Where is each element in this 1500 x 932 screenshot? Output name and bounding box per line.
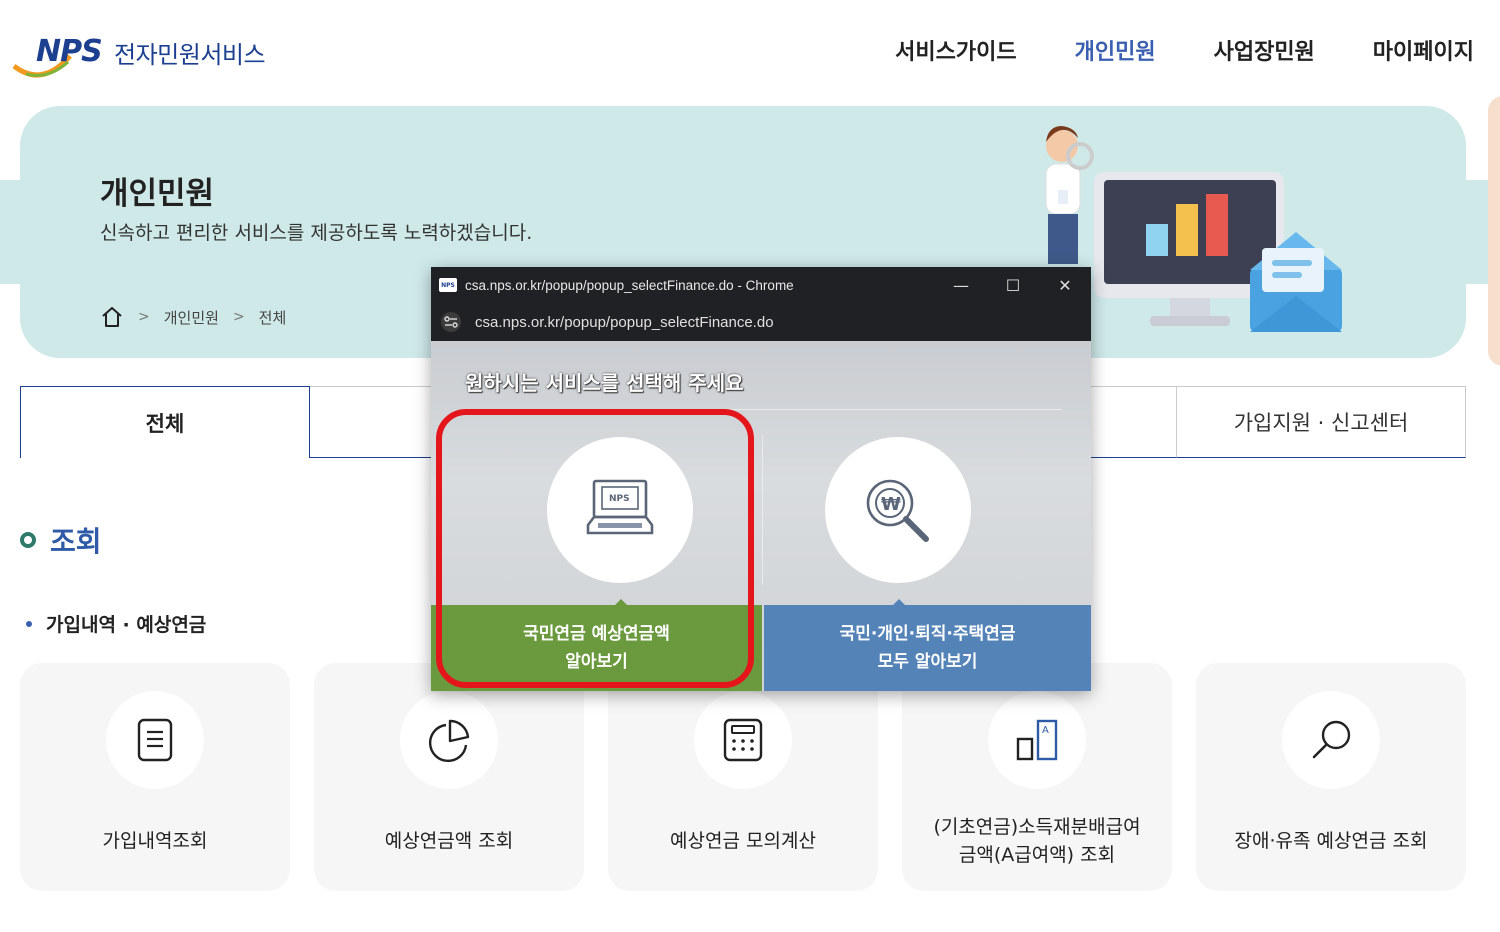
logo-text: NPS <box>36 34 103 69</box>
card-icon-circle: A <box>988 691 1086 789</box>
page-subtitle: 신속하고 편리한 서비스를 제공하도록 노력하겠습니다. <box>100 222 533 244</box>
card-enrollment-history[interactable]: 가입내역조회 <box>20 663 290 891</box>
nav-business[interactable]: 사업장민원 <box>1214 34 1315 66</box>
main-nav: 서비스가이드 개인민원 사업장민원 마이페이지 <box>895 34 1474 66</box>
page-title: 개인민원 <box>100 176 215 212</box>
minimize-icon[interactable]: — <box>935 267 987 303</box>
popup-address-bar: csa.nps.or.kr/popup/popup_selectFinance.… <box>431 303 1091 341</box>
card-icon-circle <box>1282 691 1380 789</box>
dot-bullet-icon <box>26 620 32 627</box>
nav-service-guide[interactable]: 서비스가이드 <box>895 34 1016 66</box>
tab-join-support[interactable]: 가입지원 · 신고센터 <box>1176 386 1466 458</box>
popup-heading: 원하시는 서비스를 선택해 주세요 <box>465 371 744 395</box>
popup-window-title: csa.nps.or.kr/popup/popup_selectFinance.… <box>465 277 794 293</box>
breadcrumb: > 개인민원 > 전체 <box>100 306 286 328</box>
magnifier-icon <box>1312 720 1351 759</box>
won-magnifier-icon: ₩ <box>866 479 929 542</box>
popup-option-divider <box>762 435 763 585</box>
popup-url[interactable]: csa.nps.or.kr/popup/popup_selectFinance.… <box>475 314 774 331</box>
pie-chart-icon <box>428 719 470 763</box>
close-icon[interactable]: ✕ <box>1039 267 1091 303</box>
chevron-right-icon: > <box>232 309 245 325</box>
section-title: 조회 <box>20 520 102 560</box>
card-icon-circle <box>694 691 792 789</box>
page: NPS 전자민원서비스 서비스가이드 개인민원 사업장민원 마이페이지 개인민원… <box>0 0 1500 932</box>
card-pension-simulation[interactable]: 예상연금 모의계산 <box>608 663 878 891</box>
banner-decoration-peach <box>1488 96 1500 366</box>
svg-text:A: A <box>1042 725 1049 736</box>
chevron-right-icon: > <box>138 309 150 325</box>
breadcrumb-item[interactable]: 전체 <box>259 307 287 328</box>
calculator-icon <box>723 718 763 762</box>
option-all-pension-button[interactable]: 국민·개인·퇴직·주택연금 모두 알아보기 <box>764 605 1091 691</box>
section-title-text: 조회 <box>50 525 102 558</box>
card-label: 예상연금 모의계산 <box>670 830 816 852</box>
option-all-pension-icon-circle[interactable]: ₩ <box>825 437 971 583</box>
card-label: 장애·유족 예상연금 조회 <box>1234 830 1428 852</box>
site-info-icon[interactable] <box>441 312 461 332</box>
nps-logo-mark: NPS <box>12 34 110 82</box>
card-icon-circle <box>106 691 204 789</box>
nav-mypage[interactable]: 마이페이지 <box>1373 34 1474 66</box>
card-label: (기초연금)소득재분배급여 금액(A급여액) 조회 <box>902 813 1172 869</box>
card-label-line: 금액(A급여액) 조회 <box>958 844 1116 866</box>
site-logo[interactable]: NPS 전자민원서비스 <box>12 34 266 82</box>
card-label-line: (기초연금)소득재분배급여 <box>933 816 1141 838</box>
site-title: 전자민원서비스 <box>114 40 266 69</box>
annotation-highlight-box <box>436 409 754 688</box>
benefit-compare-icon: A <box>1016 719 1058 761</box>
card-disability-survivor[interactable]: 장애·유족 예상연금 조회 <box>1196 663 1466 891</box>
card-basic-pension-a[interactable]: A (기초연금)소득재분배급여 금액(A급여액) 조회 <box>902 663 1172 891</box>
option2-label-line: 국민·개인·퇴직·주택연금 <box>839 624 1016 644</box>
document-icon <box>137 718 173 762</box>
card-label: 가입내역조회 <box>102 830 208 852</box>
site-favicon-icon: NPS <box>439 278 457 292</box>
card-label: 예상연금액 조회 <box>384 830 514 852</box>
home-icon[interactable] <box>100 306 124 328</box>
tab-all[interactable]: 전체 <box>20 386 310 458</box>
maximize-icon[interactable]: ☐ <box>987 267 1039 303</box>
svg-text:₩: ₩ <box>881 494 901 515</box>
ring-bullet-icon <box>20 532 36 548</box>
window-controls: — ☐ ✕ <box>935 267 1091 303</box>
nav-personal[interactable]: 개인민원 <box>1075 34 1156 66</box>
breadcrumb-item[interactable]: 개인민원 <box>164 307 219 328</box>
popup-titlebar[interactable]: NPS csa.nps.or.kr/popup/popup_selectFina… <box>431 267 1091 303</box>
subsection-title-text: 가입내역 · 예상연금 <box>46 614 207 636</box>
subsection-title: 가입내역 · 예상연금 <box>26 610 206 637</box>
card-expected-pension[interactable]: 예상연금액 조회 <box>314 663 584 891</box>
card-icon-circle <box>400 691 498 789</box>
option2-label-line: 모두 알아보기 <box>877 652 978 672</box>
